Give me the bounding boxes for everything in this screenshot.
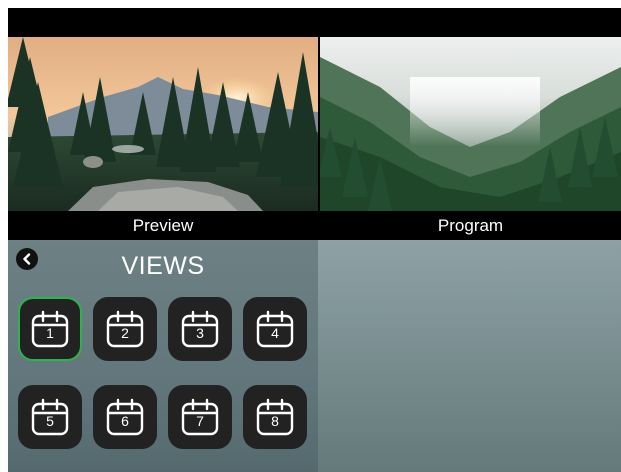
view-button-7[interactable]: 7 (168, 385, 232, 449)
view-number: 5 (46, 413, 54, 429)
view-button-3[interactable]: 3 (168, 297, 232, 361)
top-bar (8, 8, 621, 37)
view-number: 8 (271, 413, 279, 429)
program-misty-forest-image (320, 37, 621, 211)
view-button-1[interactable]: 1 (18, 297, 82, 361)
view-button-8[interactable]: 8 (243, 385, 307, 449)
views-title: VIEWS (121, 252, 205, 280)
view-calendar-icon: 3 (181, 310, 219, 348)
view-button-6[interactable]: 6 (93, 385, 157, 449)
app-frame: Preview Program VIEWS 1 2 3 4 5 6 7 8 (8, 8, 621, 472)
preview-caption: Preview (8, 211, 318, 240)
program-caption: Program (320, 211, 621, 240)
preview-sunset-forest-image (8, 37, 318, 211)
view-number: 1 (46, 325, 54, 341)
view-calendar-icon: 4 (256, 310, 294, 348)
view-button-5[interactable]: 5 (18, 385, 82, 449)
view-button-2[interactable]: 2 (93, 297, 157, 361)
view-button-4[interactable]: 4 (243, 297, 307, 361)
empty-background-panel (318, 240, 621, 472)
view-calendar-icon: 8 (256, 398, 294, 436)
view-calendar-icon: 7 (181, 398, 219, 436)
view-calendar-icon: 5 (31, 398, 69, 436)
view-number: 4 (271, 325, 279, 341)
program-monitor[interactable] (320, 37, 621, 211)
view-number: 6 (121, 413, 129, 429)
view-calendar-icon: 6 (106, 398, 144, 436)
view-calendar-icon: 2 (106, 310, 144, 348)
view-number: 3 (196, 325, 204, 341)
preview-monitor[interactable] (8, 37, 318, 211)
view-calendar-icon: 1 (31, 310, 69, 348)
view-number: 2 (121, 325, 129, 341)
view-number: 7 (196, 413, 204, 429)
views-panel: VIEWS 1 2 3 4 5 6 7 8 (8, 240, 318, 472)
